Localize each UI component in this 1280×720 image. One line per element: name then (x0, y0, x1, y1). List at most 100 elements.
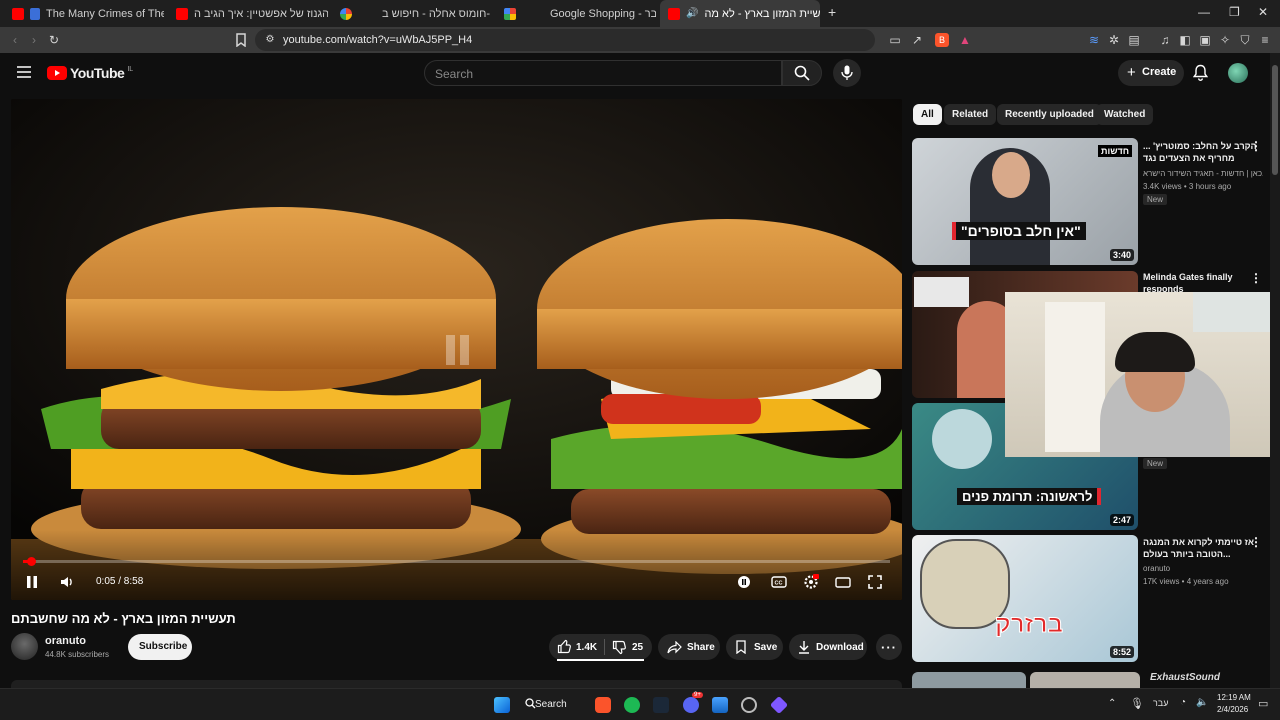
like-underline (557, 659, 644, 661)
wifi-icon[interactable]: ◔ (1180, 697, 1186, 708)
thumbnail-caption: ברזרק (995, 611, 1064, 639)
new-tab-icon[interactable]: + (828, 4, 836, 20)
more-actions-icon[interactable]: ··· (876, 634, 902, 660)
video-player[interactable] (11, 99, 902, 600)
sidebar-thumbnail[interactable] (1030, 672, 1140, 688)
sidebar-video-title[interactable]: אז טיימתי לקרוא את המנגה הטובה ביותר בעו… (1143, 536, 1261, 560)
tray-mic-icon[interactable]: 🎙 (1130, 697, 1144, 710)
divider (604, 639, 605, 655)
page-scrollbar[interactable] (1270, 53, 1280, 688)
windows-start-icon[interactable] (494, 697, 510, 713)
site-info-icon[interactable]: ⚙ (263, 33, 277, 47)
settings-app-icon[interactable] (741, 697, 757, 713)
youtube-logo[interactable]: YouTube IL (47, 65, 133, 81)
notifications-bell-icon[interactable] (1193, 64, 1208, 81)
menu-icon[interactable]: ≡ (1258, 33, 1272, 47)
sidebar-more-icon[interactable]: ⋮ (1250, 535, 1262, 549)
progress-scrubber[interactable] (27, 557, 37, 566)
voice-search-button[interactable] (833, 59, 861, 87)
address-bar[interactable]: ⚙ youtube.com/watch?v=uWbAJ5PP_H4 (255, 29, 875, 51)
video-title: תעשיית המזון בארץ - לא מה שחשבתם (11, 611, 236, 626)
sidebar-channel[interactable]: oranuto (1143, 563, 1263, 574)
sidebar-channel[interactable]: כאן | חדשות - תאגיד השידור הישרא... (1143, 168, 1263, 179)
taskbar-search[interactable]: Search (525, 694, 576, 716)
photos-icon[interactable] (712, 697, 728, 713)
tray-overflow-icon[interactable]: ⌃ (1108, 698, 1116, 709)
sidebar-video-title[interactable]: הקרב על החלב: סמוטריץ' ... מחריף את הצעד… (1143, 140, 1261, 164)
brave-shield-icon[interactable]: B (935, 33, 949, 47)
channel-avatar[interactable] (11, 633, 38, 660)
description-box[interactable] (11, 680, 902, 688)
app-icon[interactable] (769, 695, 789, 715)
browser-tab-active[interactable]: 🔊 תעשיית המזון בארץ - לא מה ✕ (660, 0, 820, 27)
translate-icon[interactable]: ≋ (1087, 33, 1101, 47)
search-input[interactable]: Search (424, 60, 782, 86)
reload-icon[interactable]: ↻ (47, 33, 61, 47)
back-icon[interactable]: ‹ (8, 33, 22, 47)
spotify-icon[interactable] (624, 697, 640, 713)
share-button[interactable]: Share (658, 634, 720, 660)
chip-all[interactable]: All (913, 104, 942, 125)
subscribe-button[interactable]: Subscribe (128, 634, 192, 660)
dislike-icon[interactable] (612, 640, 627, 655)
subtitles-icon[interactable]: CC (771, 574, 787, 590)
sidebar-thumbnail[interactable]: חדשות "אין חלב בסופרים" 3:40 (912, 138, 1138, 265)
clock-date[interactable]: 2/4/2026 (1217, 705, 1248, 714)
sidebar-thumbnail[interactable]: ברזרק 8:52 (912, 535, 1138, 662)
browser-tab[interactable]: The Many Crimes of The Nestle C (4, 0, 164, 27)
user-avatar[interactable] (1228, 63, 1248, 83)
create-button[interactable]: + Create (1118, 60, 1184, 86)
hamburger-menu-icon[interactable] (16, 65, 32, 79)
autoplay-toggle-icon[interactable] (736, 574, 752, 590)
minimize-icon[interactable]: — (1198, 5, 1210, 19)
discord-icon[interactable] (683, 697, 699, 713)
volume-tray-icon[interactable]: 🔈 (1196, 697, 1208, 708)
clock-time[interactable]: 12:19 AM (1217, 693, 1251, 702)
brave-browser-icon[interactable] (595, 697, 611, 713)
reader-icon[interactable]: ▤ (1127, 33, 1141, 47)
volume-icon[interactable] (59, 574, 75, 590)
pause-icon[interactable] (25, 574, 41, 590)
progress-bar[interactable] (23, 557, 890, 566)
webcam-overlay (1005, 292, 1280, 457)
download-button[interactable]: Download (789, 634, 867, 660)
keyboard-language[interactable]: עבר (1153, 698, 1168, 708)
like-count[interactable]: 1.4K (576, 642, 597, 653)
wallet-icon[interactable]: ▣ (1198, 33, 1212, 47)
scrollbar-thumb[interactable] (1272, 65, 1278, 175)
chip-related[interactable]: Related (944, 104, 997, 125)
fullscreen-icon[interactable] (867, 574, 883, 590)
sidebar-icon[interactable]: ◧ (1178, 33, 1192, 47)
leo-ai-icon[interactable]: ✧ (1218, 33, 1232, 47)
save-button[interactable]: Save (726, 634, 783, 660)
brave-rewards-icon[interactable]: ▲ (958, 33, 972, 47)
sidebar-more-icon[interactable]: ⋮ (1250, 271, 1262, 285)
browser-tab[interactable]: הראיון הגנוז של אפשטיין: איך הגיב ה (168, 0, 328, 27)
like-icon[interactable] (557, 639, 572, 654)
subscriber-count: 44.8K subscribers (45, 650, 110, 659)
forward-icon[interactable]: › (27, 33, 41, 47)
browser-tab[interactable]: חומוס אחלה - חיפוש ב- (332, 0, 492, 27)
extension-icon[interactable]: ✲ (1107, 33, 1121, 47)
theater-mode-icon[interactable] (835, 574, 851, 590)
door (1045, 302, 1105, 452)
browser-tab[interactable]: Google Shopping - חומוס צבר (496, 0, 656, 27)
close-window-icon[interactable]: ✕ (1258, 5, 1268, 19)
chip-recently-uploaded[interactable]: Recently uploaded (997, 104, 1102, 125)
notification-center-icon[interactable]: ▭ (1258, 697, 1268, 710)
media-icon[interactable]: ♫ (1158, 33, 1172, 47)
steam-icon[interactable] (653, 697, 669, 713)
search-button[interactable] (782, 60, 822, 86)
channel-name[interactable]: oranuto (45, 635, 86, 647)
screencast-icon[interactable]: ▭ (888, 33, 902, 47)
sidebar-more-icon[interactable]: ⋮ (1250, 139, 1262, 153)
sidebar-thumbnail[interactable] (912, 672, 1026, 688)
restore-icon[interactable]: ❐ (1229, 5, 1240, 19)
windows-taskbar: Search 9+ ⌃ 🎙 עבר ◔ 🔈 12:19 AM 2/4/2026 … (0, 688, 1280, 720)
chip-watched[interactable]: Watched (1096, 104, 1154, 125)
video-duration: 2:47 (1109, 514, 1134, 526)
bookmark-icon[interactable] (235, 33, 249, 47)
share-icon[interactable]: ↗ (910, 33, 924, 47)
vpn-icon[interactable]: ⛉ (1238, 33, 1252, 47)
settings-gear-icon[interactable] (803, 574, 819, 590)
